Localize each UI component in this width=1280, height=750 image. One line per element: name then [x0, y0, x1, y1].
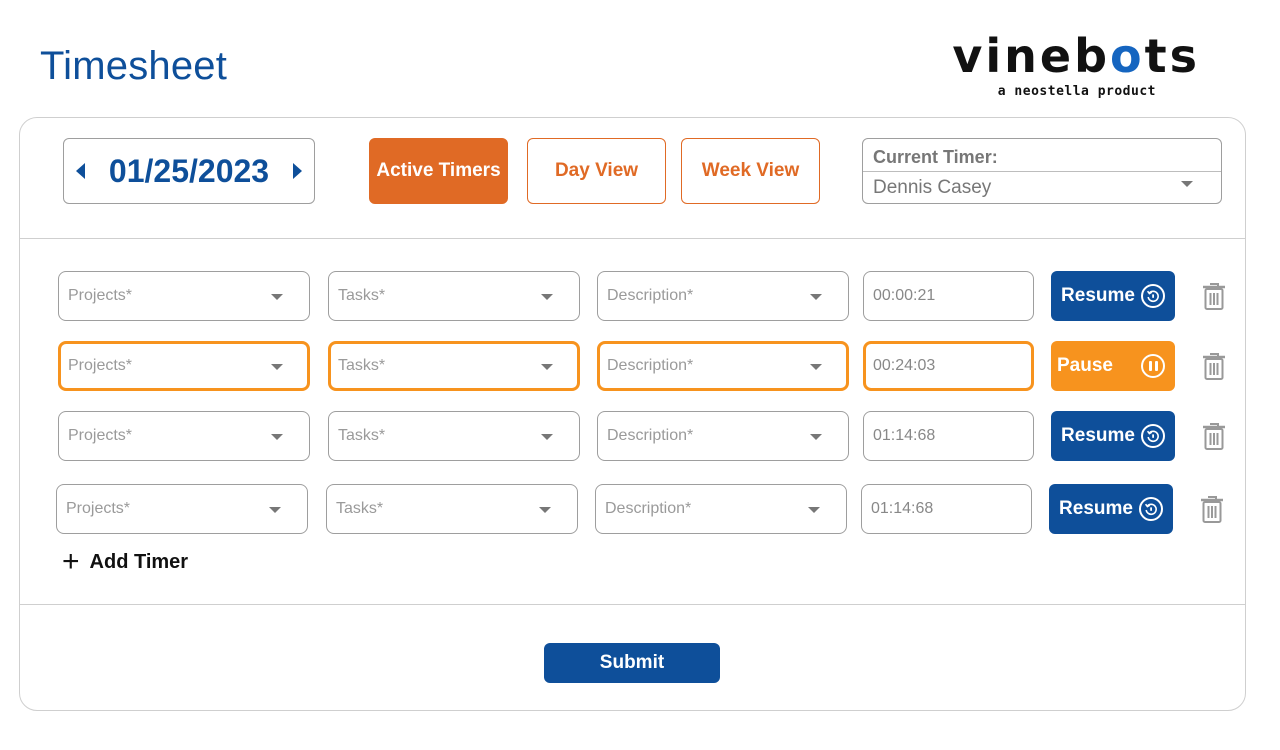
projects-select[interactable]: Projects*: [58, 341, 310, 391]
description-select[interactable]: Description*: [597, 341, 849, 391]
time-field[interactable]: 01:14:68: [861, 484, 1032, 534]
date-label[interactable]: 01/25/2023: [109, 153, 269, 190]
dropdown-caret-icon: [539, 507, 551, 513]
resume-icon: [1140, 284, 1165, 308]
projects-select-text: Projects*: [66, 500, 131, 517]
action-label: Resume: [1059, 498, 1133, 519]
pause-icon: [1141, 354, 1165, 378]
active-timers-button[interactable]: Active Timers: [369, 138, 508, 204]
dropdown-caret-icon: [810, 434, 822, 440]
description-select-text: Description*: [605, 500, 692, 517]
dropdown-caret-icon: [810, 294, 822, 300]
time-field[interactable]: 00:00:21: [863, 271, 1034, 321]
tasks-select-text: Tasks*: [338, 427, 386, 444]
dropdown-caret-icon: [541, 294, 553, 300]
current-timer-value: Dennis Casey: [873, 177, 992, 198]
trash-icon[interactable]: [1201, 281, 1227, 311]
time-field-text: 00:00:21: [873, 287, 936, 304]
resume-button[interactable]: Resume: [1051, 271, 1175, 321]
resume-button[interactable]: Resume: [1049, 484, 1173, 534]
action-label: Resume: [1061, 425, 1135, 446]
tasks-select-text: Tasks*: [338, 287, 386, 304]
brand-name: vinebots: [952, 29, 1200, 83]
description-select[interactable]: Description*: [597, 271, 849, 321]
trash-icon[interactable]: [1201, 351, 1227, 381]
dropdown-caret-icon: [810, 364, 822, 370]
date-navigator: 01/25/2023: [63, 138, 315, 204]
tasks-select-text: Tasks*: [336, 500, 384, 517]
tasks-select[interactable]: Tasks*: [328, 271, 580, 321]
time-field-text: 01:14:68: [871, 500, 934, 517]
projects-select-text: Projects*: [68, 427, 133, 444]
plus-icon: +: [62, 545, 80, 578]
time-field-text: 01:14:68: [873, 427, 936, 444]
dropdown-caret-icon: [271, 294, 283, 300]
description-select-text: Description*: [607, 357, 694, 374]
chevron-left-icon[interactable]: [76, 163, 85, 179]
dropdown-caret-icon: [541, 364, 553, 370]
divider: [19, 604, 1246, 605]
day-view-button[interactable]: Day View: [527, 138, 666, 204]
dropdown-caret-icon: [808, 507, 820, 513]
trash-icon[interactable]: [1201, 421, 1227, 451]
tasks-select[interactable]: Tasks*: [326, 484, 578, 534]
projects-select-text: Projects*: [68, 287, 133, 304]
current-timer-label: Current Timer:: [873, 147, 998, 167]
dropdown-caret-icon: [271, 434, 283, 440]
divider: [19, 238, 1246, 239]
dropdown-caret-icon: [269, 507, 281, 513]
chevron-right-icon[interactable]: [293, 163, 302, 179]
action-label: Pause: [1057, 355, 1113, 376]
add-timer-button[interactable]: + Add Timer: [62, 545, 189, 578]
description-select-text: Description*: [607, 427, 694, 444]
tasks-select[interactable]: Tasks*: [328, 341, 580, 391]
description-select-text: Description*: [607, 287, 694, 304]
brand-logo: vinebots a neostella product: [950, 30, 1200, 99]
projects-select-text: Projects*: [68, 357, 133, 374]
tasks-select[interactable]: Tasks*: [328, 411, 580, 461]
projects-select[interactable]: Projects*: [56, 484, 308, 534]
resume-icon: [1140, 424, 1165, 448]
divider: [863, 171, 1221, 172]
time-field[interactable]: 01:14:68: [863, 411, 1034, 461]
dropdown-caret-icon: [271, 364, 283, 370]
dropdown-caret-icon: [541, 434, 553, 440]
resume-icon: [1138, 497, 1163, 521]
add-timer-label: Add Timer: [89, 550, 189, 573]
brand-tagline: a neostella product: [997, 84, 1156, 99]
week-view-button[interactable]: Week View: [681, 138, 820, 204]
pause-button[interactable]: Pause: [1051, 341, 1175, 391]
dropdown-caret-icon: [1181, 181, 1193, 187]
page-title: Timesheet: [40, 44, 228, 88]
projects-select[interactable]: Projects*: [58, 271, 310, 321]
projects-select[interactable]: Projects*: [58, 411, 310, 461]
trash-icon[interactable]: [1199, 494, 1225, 524]
tasks-select-text: Tasks*: [338, 357, 386, 374]
action-label: Resume: [1061, 285, 1135, 306]
resume-button[interactable]: Resume: [1051, 411, 1175, 461]
time-field[interactable]: 00:24:03: [863, 341, 1034, 391]
current-timer-select[interactable]: Current Timer: Dennis Casey: [862, 138, 1222, 204]
description-select[interactable]: Description*: [595, 484, 847, 534]
submit-button[interactable]: Submit: [544, 643, 720, 683]
description-select[interactable]: Description*: [597, 411, 849, 461]
time-field-text: 00:24:03: [873, 357, 936, 374]
